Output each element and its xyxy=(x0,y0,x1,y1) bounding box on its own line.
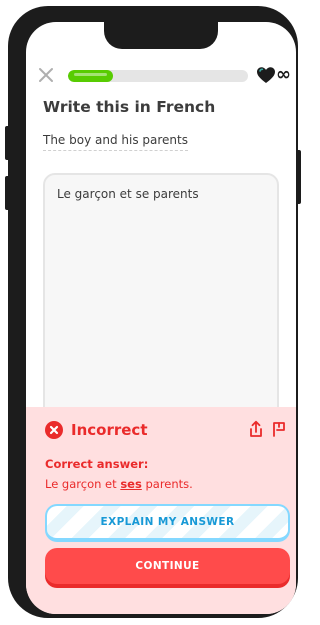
user-answer-text: Le garçon et se parents xyxy=(57,187,199,201)
feedback-status: Incorrect xyxy=(71,421,148,439)
x-circle-icon xyxy=(45,421,63,439)
flag-icon[interactable] xyxy=(272,421,286,437)
hearts-count: ∞ xyxy=(276,64,291,85)
app-screen: ∞ Write this in French The boy and his p… xyxy=(26,22,296,614)
correct-answer-label: Correct answer: xyxy=(45,457,149,471)
challenge-title: Write this in French xyxy=(43,98,216,116)
progress-fill xyxy=(68,70,113,82)
feedback-panel: Incorrect Correct answer: Le garçon et s… xyxy=(26,407,296,614)
volume-down-button xyxy=(5,176,10,210)
lesson-header: ∞ xyxy=(26,64,296,88)
continue-button[interactable]: CONTINUE xyxy=(45,548,290,584)
phone-notch xyxy=(104,22,218,49)
power-button xyxy=(296,150,301,204)
share-icon[interactable] xyxy=(248,420,264,438)
explain-my-answer-button[interactable]: EXPLAIN MY ANSWER xyxy=(45,504,290,542)
correct-answer-text: Le garçon et ses parents. xyxy=(45,477,193,491)
correct-answer-part: Le garçon et xyxy=(45,477,121,491)
challenge-prompt[interactable]: The boy and his parents xyxy=(43,133,188,151)
lesson-progress-bar xyxy=(68,70,248,82)
correct-answer-highlight: ses xyxy=(120,477,142,491)
volume-up-button xyxy=(5,126,10,160)
close-icon[interactable] xyxy=(38,67,54,83)
correct-answer-part: parents. xyxy=(141,477,193,491)
answer-textarea[interactable]: Le garçon et se parents xyxy=(43,173,279,423)
heart-icon[interactable] xyxy=(256,66,276,84)
